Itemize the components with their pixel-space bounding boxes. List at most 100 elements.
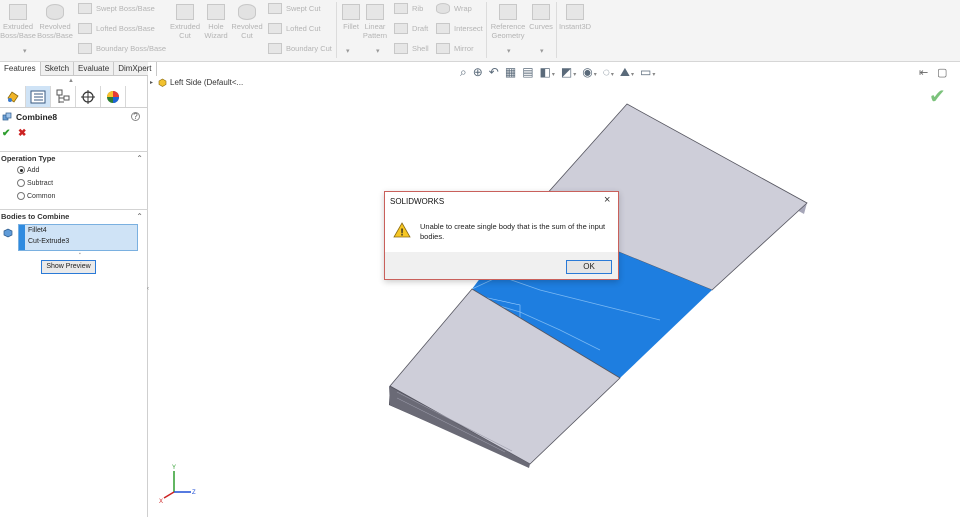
reference-geometry-button[interactable]: Reference Geometry xyxy=(490,4,526,40)
wrap-button[interactable]: Wrap xyxy=(436,3,472,14)
boundary-cut-button[interactable]: Boundary Cut xyxy=(268,43,332,54)
graphics-area[interactable]: ▸ Left Side (Default<... ✔ Y Z X xyxy=(149,62,960,517)
fillet-button[interactable]: Fillet xyxy=(340,4,362,31)
revolved-boss-label: Revolved Boss/Base xyxy=(37,22,73,40)
feature-manager-panel: Features Sketch Evaluate DimXpert ▲ Comb… xyxy=(0,62,157,517)
radio-add[interactable]: Add xyxy=(17,166,39,174)
model-viewport[interactable] xyxy=(149,62,960,517)
boundary-boss-icon xyxy=(78,43,92,54)
radio-common[interactable]: Common xyxy=(17,192,55,200)
section-view-icon[interactable]: ▦ xyxy=(505,65,516,79)
lofted-cut-label: Lofted Cut xyxy=(286,24,321,33)
boundary-boss-label: Boundary Boss/Base xyxy=(96,44,167,53)
configuration-icon xyxy=(56,89,70,103)
list-item[interactable]: Cut-Extrude3 xyxy=(28,238,69,245)
ok-button[interactable]: OK xyxy=(566,260,612,274)
list-item[interactable]: Fillet4 xyxy=(28,227,47,234)
swept-boss-button[interactable]: Swept Boss/Base xyxy=(78,3,155,14)
edit-appearance-icon[interactable]: ◌▾ xyxy=(603,65,614,79)
dialog-message: Unable to create single body that is the… xyxy=(420,222,606,241)
restore-panel-icon[interactable]: ⇤ xyxy=(919,66,928,79)
revolved-cut-button[interactable]: Revolved Cut xyxy=(230,4,264,40)
cancel-x-icon[interactable]: ✖ xyxy=(18,128,26,139)
tab-features[interactable]: Features xyxy=(0,62,41,76)
tab-sketch[interactable]: Sketch xyxy=(41,62,75,76)
swept-cut-button[interactable]: Swept Cut xyxy=(268,3,321,14)
chevron-down-icon[interactable]: ▾ xyxy=(23,47,27,55)
show-preview-button[interactable]: Show Preview xyxy=(41,260,96,274)
feature-manager-tab[interactable] xyxy=(1,86,26,107)
display-style-icon[interactable]: ◩▾ xyxy=(561,65,576,79)
intersect-button[interactable]: Intersect xyxy=(436,23,483,34)
draft-button[interactable]: Draft xyxy=(394,23,428,34)
chevron-up-icon[interactable]: ⌃ xyxy=(136,152,143,166)
swept-cut-icon xyxy=(268,3,282,14)
previous-view-icon[interactable]: ↶ xyxy=(489,65,499,79)
operation-type-header[interactable]: Operation Type ⌃ xyxy=(0,151,148,165)
reference-geometry-icon xyxy=(499,4,517,20)
operation-type-label: Operation Type xyxy=(1,154,56,163)
intersect-label: Intersect xyxy=(454,24,483,33)
boundary-boss-button[interactable]: Boundary Boss/Base xyxy=(78,43,166,54)
resize-grip-icon[interactable]: ▪ xyxy=(79,251,81,257)
dimxpert-manager-tab[interactable] xyxy=(76,86,101,107)
instant3d-icon xyxy=(566,4,584,20)
radio-button-selected[interactable] xyxy=(17,166,25,174)
mirror-button[interactable]: Mirror xyxy=(436,43,474,54)
extruded-boss-button[interactable]: Extruded Boss/Base xyxy=(0,4,36,40)
tab-evaluate[interactable]: Evaluate xyxy=(74,62,115,76)
rib-button[interactable]: Rib xyxy=(394,3,423,14)
view-settings-icon[interactable]: ▭▾ xyxy=(640,65,655,79)
chevron-down-icon[interactable]: ▾ xyxy=(540,47,544,55)
view-orientation-icon[interactable]: ◧▾ xyxy=(540,65,555,79)
lofted-boss-icon xyxy=(78,23,92,34)
chevron-up-icon[interactable]: ⌃ xyxy=(136,210,143,224)
extruded-boss-label: Extruded Boss/Base xyxy=(0,22,36,40)
ok-check-icon[interactable]: ✔ xyxy=(2,128,10,139)
linear-pattern-button[interactable]: Linear Pattern xyxy=(362,4,388,40)
radio-subtract[interactable]: Subtract xyxy=(17,179,53,187)
chevron-down-icon[interactable]: ▾ xyxy=(346,47,350,55)
chevron-down-icon[interactable]: ▾ xyxy=(507,47,511,55)
instant3d-button[interactable]: Instant3D xyxy=(558,4,592,31)
lofted-cut-button[interactable]: Lofted Cut xyxy=(268,23,321,34)
display-manager-tab[interactable] xyxy=(101,86,126,107)
shell-button[interactable]: Shell xyxy=(394,43,429,54)
fillet-label: Fillet xyxy=(343,22,359,31)
extruded-cut-button[interactable]: Extruded Cut xyxy=(168,4,202,40)
zoom-to-area-icon[interactable]: ⊕ xyxy=(473,65,483,79)
ribbon-separator xyxy=(336,2,337,58)
collapse-up-icon[interactable]: ▲ xyxy=(68,78,74,84)
triad-x-label: X xyxy=(159,499,163,504)
curves-label: Curves xyxy=(529,22,553,31)
close-icon[interactable]: × xyxy=(604,194,610,206)
curves-button[interactable]: Curves xyxy=(528,4,554,31)
apply-scene-icon[interactable]: ⛰▾ xyxy=(620,65,634,80)
dialog-title: SOLIDWORKS xyxy=(390,197,445,206)
maximize-panel-icon[interactable]: ▢ xyxy=(937,66,947,79)
radio-button[interactable] xyxy=(17,179,25,187)
bodies-selection-list[interactable]: Fillet4 Cut-Extrude3 xyxy=(18,224,138,251)
hide-show-items-icon[interactable]: ◉▾ xyxy=(582,65,597,79)
heads-up-view-toolbar: ⌕ ⊕ ↶ ▦ ▤ ◧▾ ◩▾ ◉▾ ◌▾ ⛰▾ ▭▾ xyxy=(460,63,661,81)
dynamic-annotation-icon[interactable]: ▤ xyxy=(522,65,533,79)
property-manager-tab[interactable] xyxy=(26,86,51,107)
lofted-boss-button[interactable]: Lofted Boss/Base xyxy=(78,23,155,34)
draft-label: Draft xyxy=(412,24,429,33)
boundary-cut-icon xyxy=(268,43,282,54)
hole-wizard-label: Hole Wizard xyxy=(204,22,228,40)
help-icon[interactable]: ? xyxy=(131,112,140,121)
bodies-to-combine-header[interactable]: Bodies to Combine ⌃ xyxy=(0,209,148,223)
command-manager: Extruded Boss/Base Revolved Boss/Base Sw… xyxy=(0,0,960,62)
configuration-manager-tab[interactable] xyxy=(51,86,76,107)
zoom-to-fit-icon[interactable]: ⌕ xyxy=(460,65,467,80)
shell-label: Shell xyxy=(412,44,429,53)
revolved-boss-icon xyxy=(46,4,64,20)
warning-icon: ! xyxy=(393,222,411,238)
hole-wizard-button[interactable]: Hole Wizard xyxy=(202,4,230,40)
triad-y-label: Y xyxy=(172,465,176,471)
error-dialog: SOLIDWORKS × ! Unable to create single b… xyxy=(384,191,619,280)
revolved-boss-button[interactable]: Revolved Boss/Base xyxy=(37,4,73,40)
radio-button[interactable] xyxy=(17,192,25,200)
chevron-down-icon[interactable]: ▾ xyxy=(376,47,380,55)
